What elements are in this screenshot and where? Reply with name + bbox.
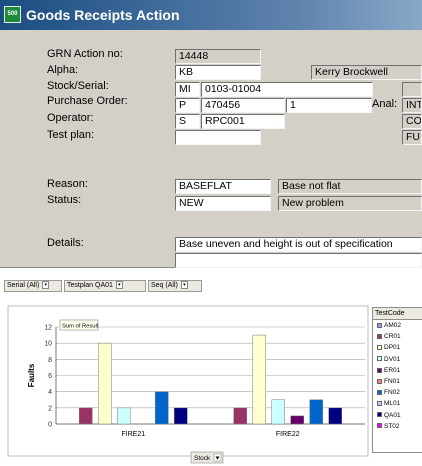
legend-swatch	[377, 333, 382, 339]
anal-field-2: CO	[402, 114, 422, 129]
anal-field-3: FUI	[402, 130, 422, 145]
legend-label: ML01	[384, 400, 401, 408]
y-tick-label: 0	[48, 422, 52, 429]
operator-label: Operator:	[47, 112, 94, 124]
legend-item: AM02	[373, 320, 422, 331]
grn-label: GRN Action no:	[47, 48, 123, 60]
po-line-field[interactable]: 1	[286, 98, 372, 113]
stock-extra-field	[402, 82, 422, 97]
bar-cr01	[79, 407, 93, 425]
legend-title[interactable]: TestCode	[373, 308, 422, 320]
testplan-field[interactable]	[175, 130, 261, 145]
chart-legend: TestCode AM02 CR01 DP01 DV01 ER01 FN01 FN02 ML0…	[372, 307, 422, 453]
legend-swatch	[377, 389, 382, 395]
legend-item: DP01	[373, 342, 422, 353]
x-tick-label: FIRE22	[276, 431, 300, 438]
details-field[interactable]: Base uneven and height is out of specifi…	[175, 237, 422, 252]
legend-item: DV01	[373, 354, 422, 365]
reason-label: Reason:	[47, 178, 88, 190]
x-tick-label: FIRE21	[121, 431, 145, 438]
title-bar[interactable]: 500 Goods Receipts Action	[0, 0, 422, 30]
status-label: Status:	[47, 194, 82, 206]
legend-label: FN01	[384, 377, 400, 385]
bar-cr01	[233, 407, 247, 425]
reason-code-field[interactable]: BASEFLAT	[175, 179, 271, 194]
bar-dv01	[117, 407, 131, 425]
window-title: Goods Receipts Action	[26, 7, 180, 23]
stock-label: Stock/Serial:	[47, 80, 109, 92]
legend-label: DP01	[384, 344, 401, 352]
bar-chart: 0 2 4 6 8 10 12 Faults Sum of Result FIRE21 FIRE22…	[7, 305, 369, 464]
legend-label: AM02	[384, 322, 401, 329]
stock-serial-field[interactable]: 0103-01004	[201, 82, 373, 97]
legend-item: FN02	[373, 387, 422, 398]
app-icon: 500	[4, 6, 21, 23]
po-prefix-field[interactable]: P	[175, 98, 200, 113]
legend-swatch	[377, 401, 382, 407]
y-tick-label: 12	[44, 325, 52, 332]
operator-prefix-field[interactable]: S	[175, 114, 200, 129]
legend-label: ST02	[384, 422, 400, 430]
data-field-label: Sum of Result	[62, 323, 99, 329]
bar-qa01	[174, 407, 188, 425]
y-tick-label: 6	[48, 373, 52, 380]
po-label: Purchase Order:	[47, 95, 128, 107]
legend-item: CR01	[373, 331, 422, 342]
bar-fn02	[309, 399, 323, 425]
legend-items: AM02 CR01 DP01 DV01 ER01 FN01 FN02 ML01 QA01 ST02	[373, 320, 422, 432]
details-field-line-2[interactable]	[175, 253, 422, 268]
legend-swatch	[377, 367, 382, 373]
y-axis-title: Faults	[27, 363, 36, 387]
testplan-label: Test plan:	[47, 129, 95, 141]
y-tick-label: 8	[48, 357, 52, 364]
legend-label: ER01	[384, 366, 401, 374]
bar-fn02	[155, 391, 169, 425]
anal-field-1: INT	[402, 98, 422, 113]
alpha-name-field: Kerry Brockwell	[311, 65, 422, 80]
alpha-label: Alpha:	[47, 64, 79, 76]
legend-label: QA01	[384, 411, 401, 419]
y-tick-label: 2	[48, 405, 52, 412]
row-field-label: Stock	[194, 455, 211, 462]
legend-item: ML01	[373, 398, 422, 409]
legend-item: ER01	[373, 365, 422, 376]
legend-swatch	[377, 345, 382, 351]
legend-item: QA01	[373, 410, 422, 421]
reason-desc-field: Base not flat	[278, 179, 422, 194]
bar-dv01	[271, 399, 285, 425]
goods-receipts-window: 500 Goods Receipts Action GRN Action no:…	[0, 0, 422, 268]
y-tick-label: 10	[44, 341, 52, 348]
legend-item: ST02	[373, 421, 422, 432]
legend-swatch	[377, 322, 382, 328]
pivot-chart-panel: Serial (All) ▾ Testplan QA01 ▾ Seq (All)…	[0, 272, 422, 466]
grn-field[interactable]: 14448	[175, 49, 261, 64]
bar-dp01	[98, 342, 112, 425]
legend-label: DV01	[384, 355, 401, 363]
legend-swatch	[377, 412, 382, 418]
y-tick-label: 4	[48, 389, 52, 396]
alpha-field[interactable]: KB	[175, 65, 261, 80]
legend-swatch	[377, 423, 382, 429]
legend-label: FN02	[384, 389, 400, 397]
stock-prefix-field[interactable]: MI	[175, 82, 200, 97]
bar-dp01	[252, 334, 266, 425]
details-label: Details:	[47, 237, 84, 249]
status-desc-field: New problem	[278, 196, 422, 211]
bar-er01	[290, 415, 304, 425]
legend-label: CR01	[384, 333, 401, 341]
legend-swatch	[377, 378, 382, 384]
bar-qa01	[328, 407, 342, 425]
anal-label: Anal:	[372, 98, 398, 110]
legend-item: FN01	[373, 376, 422, 387]
legend-swatch	[377, 356, 382, 362]
operator-field[interactable]: RPC001	[201, 114, 285, 129]
po-number-field[interactable]: 470456	[201, 98, 285, 113]
status-code-field[interactable]: NEW	[175, 196, 271, 211]
